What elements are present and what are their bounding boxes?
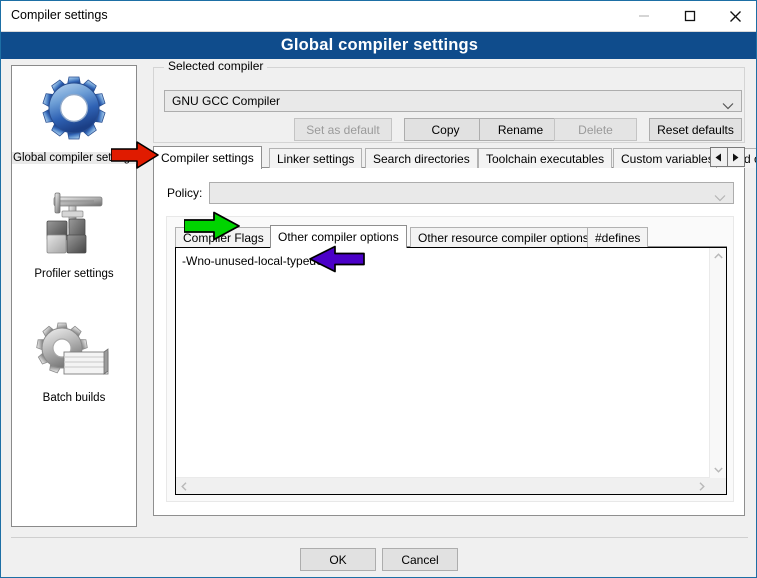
set-as-default-button[interactable]: Set as default bbox=[294, 118, 392, 141]
sidebar-item-batch-builds[interactable]: Batch builds bbox=[12, 310, 136, 406]
settings-sidebar: Global compiler settings Profiler settin… bbox=[11, 65, 137, 527]
tab-scroll-buttons bbox=[710, 147, 745, 167]
page-header: Global compiler settings bbox=[1, 32, 756, 59]
compiler-select[interactable]: GNU GCC Compiler bbox=[164, 90, 742, 112]
scroll-down-icon[interactable] bbox=[710, 462, 726, 478]
settings-tabstrip: Compiler settings Linker settings Search… bbox=[153, 146, 756, 169]
tab-scroll-left-button[interactable] bbox=[711, 148, 728, 166]
compiler-options-tabstrip: Compiler Flags Other compiler options Ot… bbox=[175, 225, 727, 248]
sidebar-item-label: Profiler settings bbox=[34, 268, 114, 280]
scroll-right-icon[interactable] bbox=[694, 478, 710, 494]
chevron-down-icon bbox=[722, 97, 734, 115]
caret-right-icon bbox=[733, 153, 739, 161]
compiler-settings-tabpage: Policy: Compiler Flags Other compiler op… bbox=[153, 168, 745, 516]
tab-compiler-flags[interactable]: Compiler Flags bbox=[175, 227, 272, 247]
tab-defines[interactable]: #defines bbox=[587, 227, 649, 247]
caliper-icon bbox=[12, 186, 136, 264]
tab-linker-settings[interactable]: Linker settings bbox=[269, 148, 363, 168]
delete-button[interactable]: Delete bbox=[554, 118, 637, 141]
compiler-settings-dialog: Compiler settings Global compiler settin… bbox=[0, 0, 757, 578]
selected-compiler-group: Selected compiler GNU GCC Compiler Set a… bbox=[153, 59, 745, 143]
other-compiler-options-value: -Wno-unused-local-typedefs bbox=[182, 254, 333, 268]
tab-search-directories[interactable]: Search directories bbox=[365, 148, 478, 168]
sidebar-item-global-compiler-settings[interactable]: Global compiler settings bbox=[12, 70, 137, 166]
chevron-down-icon bbox=[714, 189, 726, 207]
window-title: Compiler settings bbox=[11, 8, 108, 22]
policy-label: Policy: bbox=[167, 186, 203, 200]
tab-compiler-settings[interactable]: Compiler settings bbox=[153, 146, 262, 169]
other-compiler-options-textarea[interactable]: -Wno-unused-local-typedefs bbox=[175, 247, 727, 495]
compiler-options-panel: Compiler Flags Other compiler options Ot… bbox=[166, 216, 734, 502]
policy-row: Policy: bbox=[154, 182, 746, 206]
minimize-button[interactable] bbox=[621, 1, 666, 31]
tab-other-resource-compiler-options[interactable]: Other resource compiler options bbox=[410, 227, 597, 247]
maximize-icon bbox=[684, 10, 695, 22]
title-bar: Compiler settings bbox=[1, 1, 756, 32]
minimize-icon bbox=[638, 15, 649, 17]
ok-button[interactable]: OK bbox=[300, 548, 376, 571]
tab-toolchain-executables[interactable]: Toolchain executables bbox=[478, 148, 613, 168]
close-button[interactable] bbox=[713, 1, 756, 31]
cancel-button[interactable]: Cancel bbox=[382, 548, 458, 571]
copy-button[interactable]: Copy bbox=[404, 118, 487, 141]
caret-left-icon bbox=[715, 153, 722, 161]
selected-compiler-caption: Selected compiler bbox=[164, 59, 268, 73]
footer-separator bbox=[11, 537, 748, 538]
page-title: Global compiler settings bbox=[280, 36, 479, 54]
main-content: Selected compiler GNU GCC Compiler Set a… bbox=[149, 59, 756, 527]
scrollbar-corner bbox=[710, 478, 726, 494]
tab-scroll-right-button[interactable] bbox=[728, 148, 744, 166]
gear-pages-icon bbox=[12, 310, 136, 388]
maximize-button[interactable] bbox=[667, 1, 712, 31]
reset-defaults-button[interactable]: Reset defaults bbox=[649, 118, 742, 141]
policy-select[interactable] bbox=[209, 182, 734, 204]
scroll-up-icon[interactable] bbox=[710, 248, 726, 264]
blue-gear-icon bbox=[12, 70, 136, 148]
tab-custom-variables[interactable]: Custom variables bbox=[613, 148, 722, 168]
compiler-select-value: GNU GCC Compiler bbox=[172, 94, 281, 108]
rename-button[interactable]: Rename bbox=[479, 118, 562, 141]
tab-other-compiler-options[interactable]: Other compiler options bbox=[270, 225, 407, 248]
sidebar-item-label: Global compiler settings bbox=[12, 152, 137, 164]
textarea-vertical-scrollbar[interactable] bbox=[709, 248, 726, 478]
sidebar-item-label: Batch builds bbox=[42, 392, 106, 404]
close-icon bbox=[730, 10, 741, 22]
textarea-horizontal-scrollbar[interactable] bbox=[176, 477, 710, 494]
scroll-left-icon[interactable] bbox=[176, 478, 192, 494]
sidebar-item-profiler-settings[interactable]: Profiler settings bbox=[12, 186, 136, 282]
